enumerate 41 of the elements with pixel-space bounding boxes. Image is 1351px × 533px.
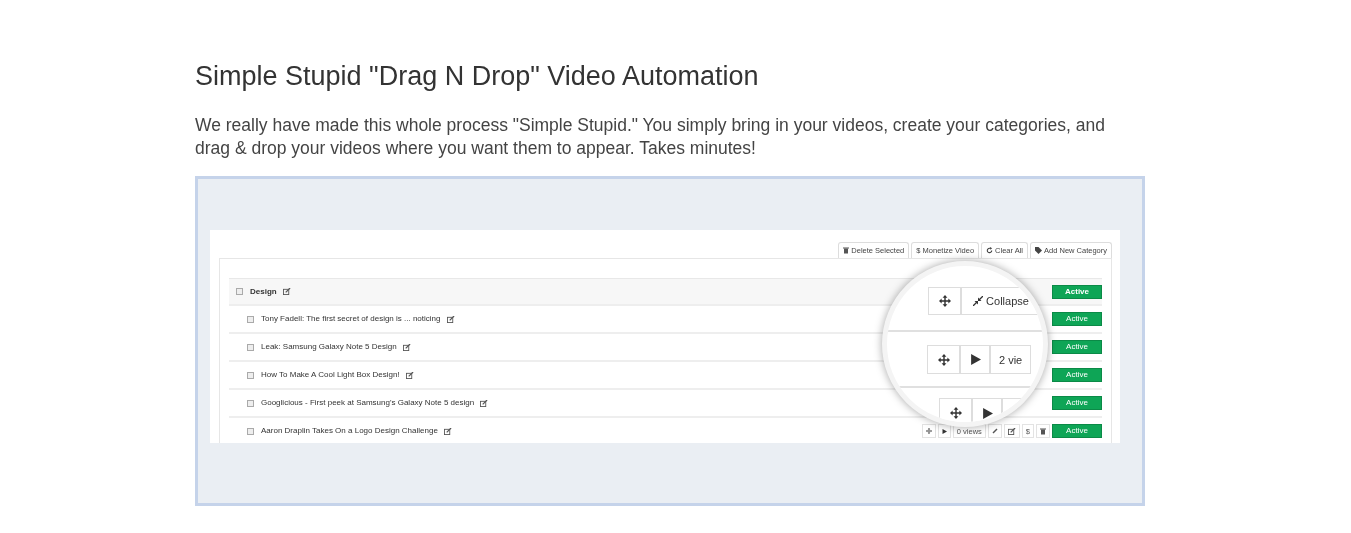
edit-icon — [1007, 427, 1016, 435]
edit-button[interactable] — [1003, 424, 1020, 439]
edit-icon[interactable] — [402, 343, 411, 351]
collapse-icon — [973, 296, 984, 307]
play-button[interactable] — [972, 398, 1002, 423]
play-icon — [969, 354, 981, 366]
category-name: Design — [250, 285, 277, 298]
video-title: How To Make A Cool Light Box Design! — [261, 369, 400, 382]
section-heading: Simple Stupid "Drag N Drop" Video Automation — [195, 60, 760, 93]
trash-icon — [1040, 427, 1046, 435]
move-handle[interactable] — [928, 287, 961, 316]
edit-icon[interactable] — [443, 427, 452, 435]
tag-icon — [1035, 247, 1043, 255]
move-handle[interactable] — [939, 398, 972, 423]
play-icon — [981, 407, 993, 419]
checkbox[interactable] — [247, 371, 254, 379]
move-icon — [937, 353, 950, 366]
edit-icon[interactable] — [480, 399, 489, 407]
edit-icon[interactable] — [282, 288, 291, 296]
checkbox[interactable] — [247, 343, 254, 351]
move-icon — [949, 407, 962, 420]
video-title: Aaron Draplin Takes On a Logo Design Challenge — [261, 425, 438, 438]
link-icon — [991, 428, 998, 435]
play-button[interactable] — [960, 345, 990, 375]
checkbox[interactable] — [247, 399, 254, 407]
move-handle[interactable] — [927, 345, 960, 375]
checkbox[interactable] — [247, 315, 254, 323]
trash-icon — [843, 247, 850, 255]
checkbox[interactable] — [236, 288, 243, 296]
move-handle[interactable] — [921, 424, 936, 439]
refresh-icon — [986, 247, 994, 255]
checkbox[interactable] — [247, 427, 254, 435]
edit-icon[interactable] — [405, 371, 414, 379]
delete-button[interactable] — [1036, 424, 1050, 439]
edit-icon[interactable] — [446, 315, 455, 323]
move-icon — [938, 295, 951, 308]
video-title: Googlicious - First peek at Samsung's Galaxy Note 5 design — [261, 397, 475, 410]
video-title: Leak: Samsung Galaxy Note 5 Design — [261, 341, 397, 354]
intro-paragraph: We really have made this whole process "Simple Stupid." You simply bring in your videos, create your categories, and drag & drop your videos where you want them to appear. Takes minutes! — [195, 114, 1106, 161]
video-title: Tony Fadell: The first secret of design is ... noticing — [261, 313, 441, 326]
view-count: 2 vie — [990, 345, 1032, 375]
